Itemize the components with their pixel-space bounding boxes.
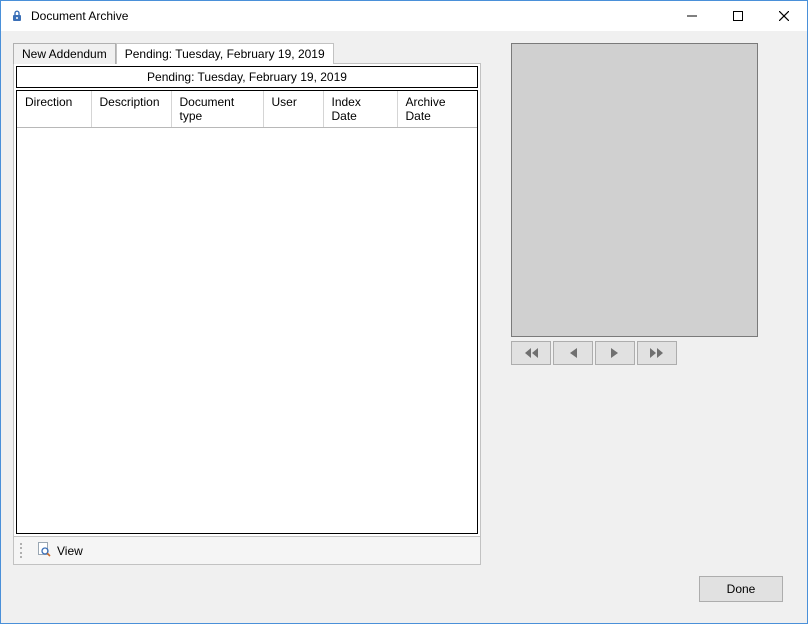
panel-caption: Pending: Tuesday, February 19, 2019 (16, 66, 478, 88)
magnifier-icon (36, 541, 52, 560)
nav-prev-button[interactable] (553, 341, 593, 365)
window-title: Document Archive (31, 9, 128, 23)
nav-last-button[interactable] (637, 341, 677, 365)
bottom-toolbar: View (13, 537, 481, 565)
left-panel: New Addendum Pending: Tuesday, February … (13, 41, 481, 565)
nav-first-button[interactable] (511, 341, 551, 365)
toolbar-grip (20, 543, 24, 559)
col-user[interactable]: User (263, 91, 323, 128)
col-direction[interactable]: Direction (17, 91, 91, 128)
maximize-button[interactable] (715, 1, 761, 31)
col-description[interactable]: Description (91, 91, 171, 128)
col-archive-date[interactable]: Archive Date (397, 91, 477, 128)
footer: Done (13, 565, 795, 613)
minimize-button[interactable] (669, 1, 715, 31)
view-button[interactable]: View (30, 539, 89, 562)
nav-next-button[interactable] (595, 341, 635, 365)
right-panel (511, 41, 795, 565)
tab-pending[interactable]: Pending: Tuesday, February 19, 2019 (116, 43, 334, 64)
table-body-empty (17, 128, 477, 533)
titlebar-buttons (669, 1, 807, 31)
col-document-type[interactable]: Document type (171, 91, 263, 128)
view-button-label: View (57, 544, 83, 558)
tab-strip: New Addendum Pending: Tuesday, February … (13, 41, 481, 63)
window-root: Document Archive New Addendum Pending: T… (0, 0, 808, 624)
done-button[interactable]: Done (699, 576, 783, 602)
col-index-date[interactable]: Index Date (323, 91, 397, 128)
tab-new-addendum[interactable]: New Addendum (13, 43, 116, 64)
done-button-label: Done (727, 582, 756, 596)
documents-table: Direction Description Document type User… (16, 90, 478, 534)
tab-panel: Pending: Tuesday, February 19, 2019 Dire… (13, 63, 481, 537)
preview-pane (511, 43, 758, 337)
lock-icon (9, 8, 25, 24)
close-button[interactable] (761, 1, 807, 31)
titlebar: Document Archive (1, 1, 807, 31)
content-area: New Addendum Pending: Tuesday, February … (1, 31, 807, 623)
preview-nav (511, 341, 677, 365)
